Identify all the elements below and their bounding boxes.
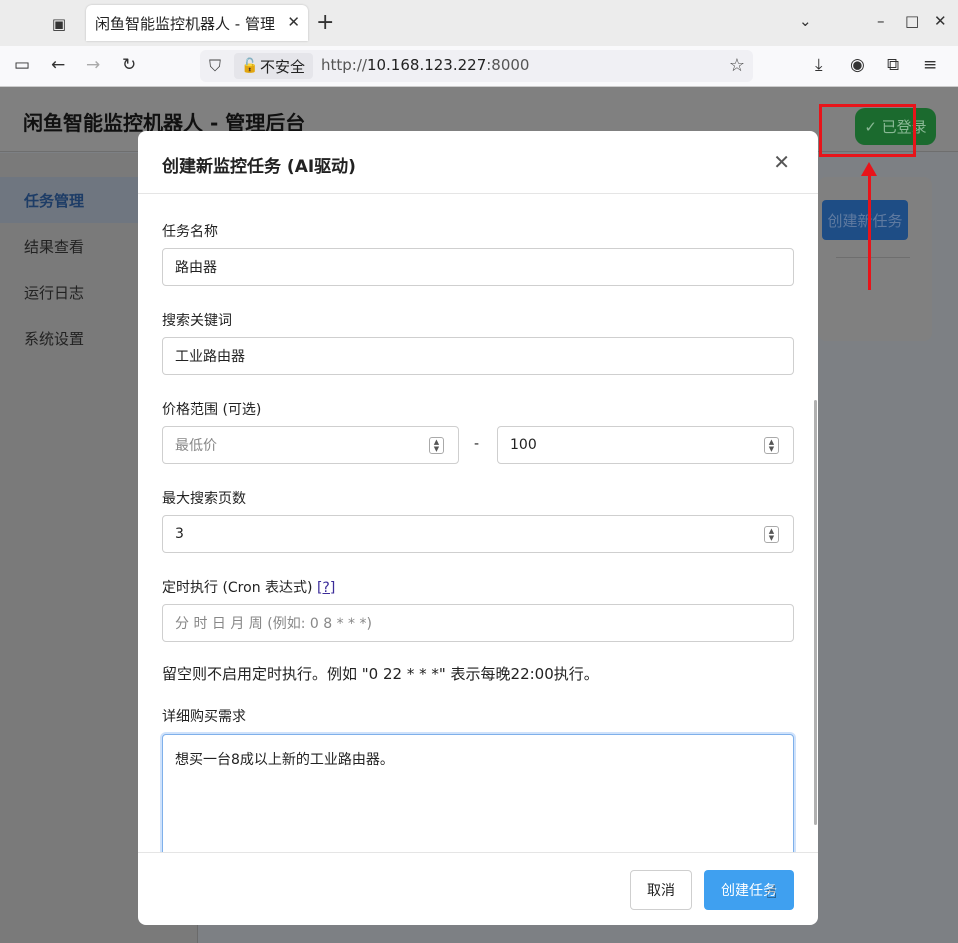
browser-navbar: ▭ ← → ↻ ⛉ 🔓 不安全 http://10.168.123.227:80… xyxy=(0,46,958,87)
browser-titlebar: ▣ 闲鱼智能监控机器人 - 管理后台 ✕ + ⌄ – □ ✕ xyxy=(0,0,958,46)
price-range-label: 价格范围 (可选) xyxy=(162,402,262,418)
min-price-stepper[interactable]: ▲ ▼ xyxy=(429,437,444,454)
description-textarea[interactable]: 想买一台8成以上新的工业路由器。 xyxy=(162,734,794,852)
sidebar-toggle-icon[interactable]: ▭ xyxy=(14,55,30,75)
forward-icon[interactable]: → xyxy=(86,55,100,75)
back-icon[interactable]: ← xyxy=(51,55,65,75)
close-tab-icon[interactable]: ✕ xyxy=(287,13,300,31)
min-price-placeholder: 最低价 xyxy=(175,438,217,454)
arrow-head-icon xyxy=(861,162,877,176)
url-host: 10.168.123.227 xyxy=(366,56,487,74)
url-prefix: http:// xyxy=(321,56,367,74)
cancel-button[interactable]: 取消 xyxy=(630,870,692,910)
arrow-line xyxy=(868,170,871,290)
reload-icon[interactable]: ↻ xyxy=(122,55,136,75)
tab-overflow-icon[interactable]: ⌄ xyxy=(799,12,812,30)
card-divider xyxy=(836,257,910,258)
modal-scrollbar[interactable] xyxy=(814,400,817,825)
cron-input[interactable]: 分 时 日 月 周 (例如: 0 8 * * *) xyxy=(162,604,794,642)
new-tab-icon[interactable]: + xyxy=(316,10,334,36)
browser-tab[interactable]: 闲鱼智能监控机器人 - 管理后台 ✕ xyxy=(86,5,308,41)
max-pages-label: 最大搜索页数 xyxy=(162,491,246,507)
max-pages-value: 3 xyxy=(175,526,184,542)
insecure-lock-icon: 🔓 xyxy=(241,58,259,74)
max-price-value: 100 xyxy=(510,437,537,453)
extensions-icon[interactable]: ⧉ xyxy=(887,55,899,75)
cron-help-link[interactable]: [?] xyxy=(317,580,335,596)
price-separator: - xyxy=(474,436,480,452)
url-bar[interactable]: ⛉ 🔓 不安全 http://10.168.123.227:8000 ☆ xyxy=(200,50,753,82)
minimize-icon[interactable]: – xyxy=(877,12,885,30)
modal-title: 创建新监控任务 (AI驱动) xyxy=(162,157,356,177)
keyword-label: 搜索关键词 xyxy=(162,313,232,329)
create-task-submit-button[interactable]: 创建任务 ☝ xyxy=(704,870,794,910)
max-pages-input[interactable]: 3 ▲ ▼ xyxy=(162,515,794,553)
tab-list-icon[interactable]: ▣ xyxy=(44,10,74,38)
download-icon[interactable]: ⤓ xyxy=(815,55,823,75)
cron-label-row: 定时执行 (Cron 表达式) [?] xyxy=(162,577,335,597)
hand-cursor-icon: ☝ xyxy=(766,882,777,903)
bookmark-star-icon[interactable]: ☆ xyxy=(729,55,745,76)
modal-body: 任务名称 路由器 搜索关键词 工业路由器 价格范围 (可选) 最低价 ▲ ▼ - … xyxy=(138,195,818,852)
min-price-input[interactable]: 最低价 ▲ ▼ xyxy=(162,426,459,464)
modal-header: 创建新监控任务 (AI驱动) ✕ xyxy=(138,131,818,194)
maximize-icon[interactable]: □ xyxy=(905,12,919,30)
menu-icon[interactable]: ≡ xyxy=(923,55,937,75)
create-task-modal: 创建新监控任务 (AI驱动) ✕ 任务名称 路由器 搜索关键词 工业路由器 价格… xyxy=(138,131,818,925)
account-icon[interactable]: ◉ xyxy=(850,55,865,75)
security-label: 不安全 xyxy=(260,57,306,76)
shield-icon[interactable]: ⛉ xyxy=(209,56,221,76)
url-text[interactable]: http://10.168.123.227:8000 xyxy=(321,56,529,74)
cron-hint: 留空则不启用定时执行。例如 "0 22 * * *" 表示每晚22:00执行。 xyxy=(162,665,599,683)
close-window-icon[interactable]: ✕ xyxy=(934,12,947,30)
close-icon[interactable]: ✕ xyxy=(773,151,790,173)
modal-footer: 取消 创建任务 ☝ xyxy=(138,852,818,925)
keyword-input[interactable]: 工业路由器 xyxy=(162,337,794,375)
max-pages-stepper[interactable]: ▲ ▼ xyxy=(764,526,779,543)
description-label: 详细购买需求 xyxy=(162,709,246,725)
tab-title: 闲鱼智能监控机器人 - 管理后台 xyxy=(95,14,275,33)
max-price-stepper[interactable]: ▲ ▼ xyxy=(764,437,779,454)
cron-label: 定时执行 (Cron 表达式) xyxy=(162,580,313,596)
task-name-input[interactable]: 路由器 xyxy=(162,248,794,286)
url-port: :8000 xyxy=(486,56,530,74)
highlight-box xyxy=(819,104,916,157)
max-price-input[interactable]: 100 ▲ ▼ xyxy=(497,426,794,464)
task-name-label: 任务名称 xyxy=(162,224,218,240)
security-indicator[interactable]: 🔓 不安全 xyxy=(234,53,314,79)
create-task-button[interactable]: 创建新任务 xyxy=(822,200,908,240)
